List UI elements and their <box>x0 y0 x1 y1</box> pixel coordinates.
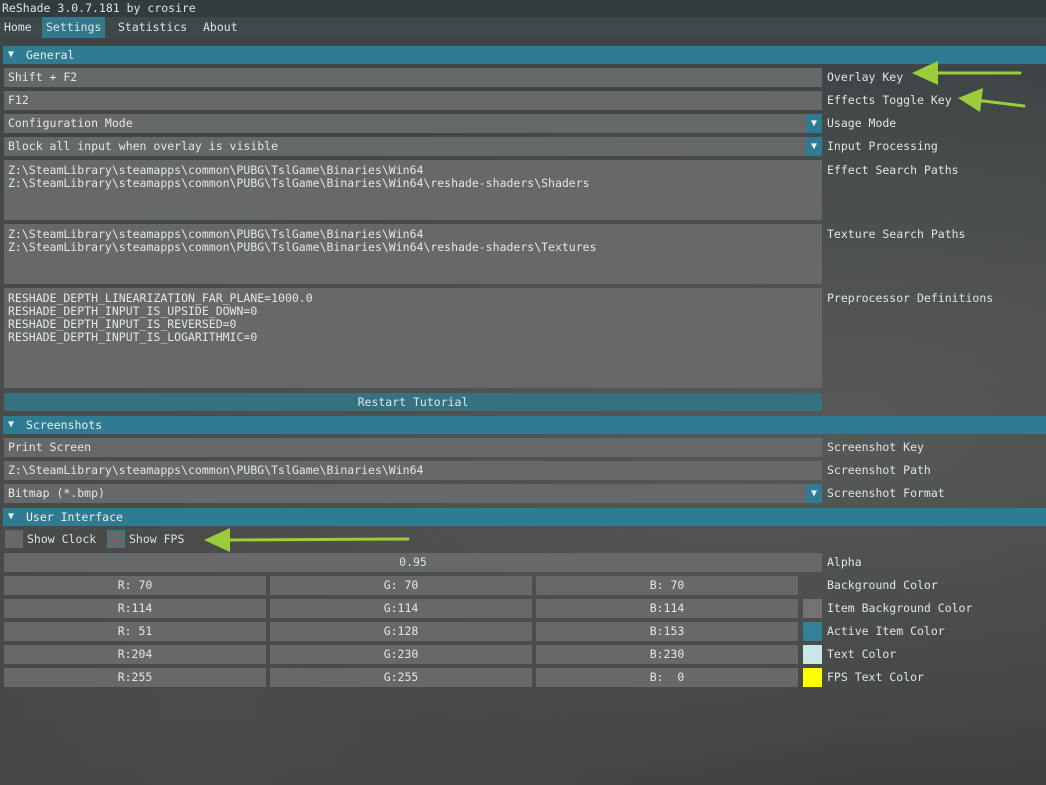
green-arrow-icon <box>204 528 410 552</box>
green-arrow-icon <box>912 61 1022 85</box>
green-arrow-icon <box>958 88 1026 112</box>
annotation-arrows <box>204 61 1026 552</box>
